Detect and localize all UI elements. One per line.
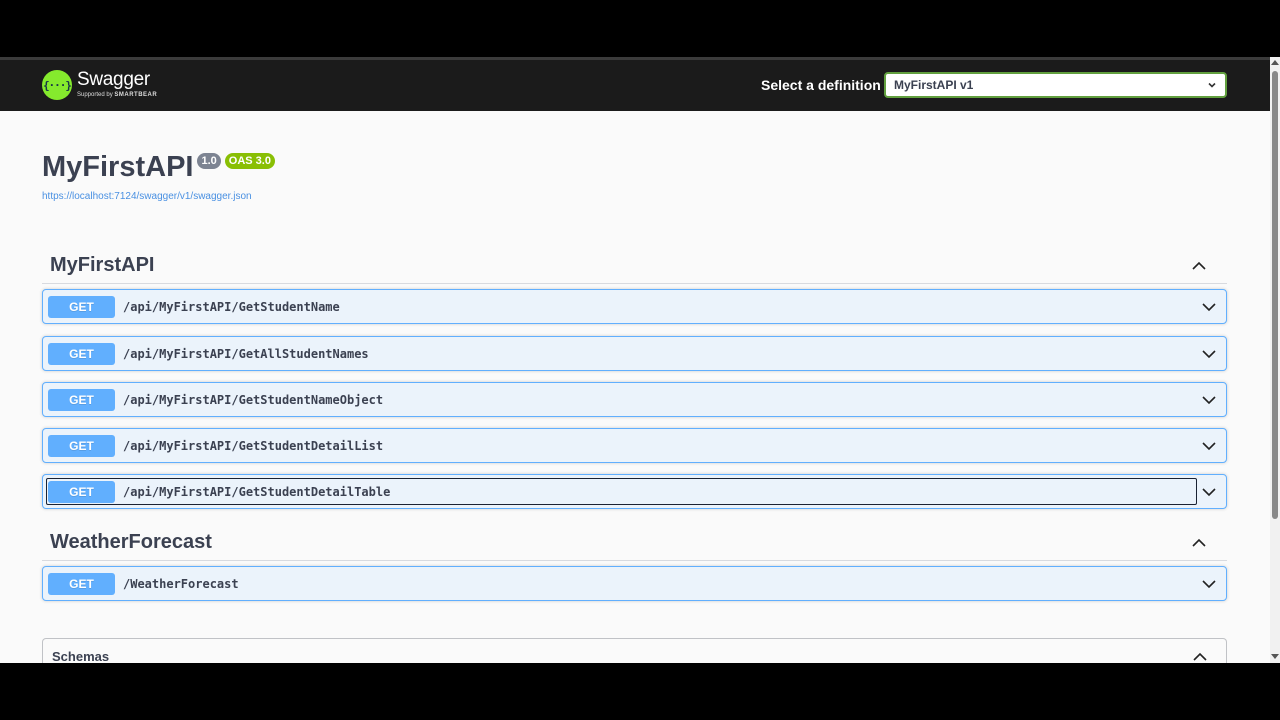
brand-sub: Supported by SMARTBEAR [77,92,158,98]
chevron-down-icon[interactable] [1202,577,1216,591]
operation-get-student-name-object[interactable]: GET /api/MyFirstAPI/GetStudentNameObject [42,382,1227,417]
oas-badge: OAS 3.0 [224,153,275,169]
schemas-title: Schemas [52,649,110,663]
version-badge: 1.0 [197,153,221,169]
chevron-up-icon[interactable] [1192,649,1208,663]
section-header-myfirstapi[interactable]: MyFirstAPI [42,248,1227,284]
method-badge: GET [48,296,115,318]
operation-get-student-name[interactable]: GET /api/MyFirstAPI/GetStudentName [42,289,1227,324]
section-title: WeatherForecast [50,531,212,553]
page-title: MyFirstAPI 1.0 OAS 3.0 [42,151,275,184]
chevron-down-icon[interactable] [1202,485,1216,499]
chevron-down-icon [1208,82,1216,88]
definition-select[interactable]: MyFirstAPI v1 [884,72,1227,98]
swagger-logo-icon: {···} [42,70,72,100]
scrollbar[interactable] [1270,57,1280,663]
operation-get-all-student-names[interactable]: GET /api/MyFirstAPI/GetAllStudentNames [42,336,1227,371]
chevron-up-icon[interactable] [1191,535,1207,551]
method-badge: GET [48,573,115,595]
method-badge: GET [48,343,115,365]
scroll-up-arrow-icon[interactable] [1271,60,1279,65]
swagger-page: {···} Swagger Supported by SMARTBEAR Sel… [0,57,1280,663]
operation-get-weatherforecast[interactable]: GET /WeatherForecast [42,566,1227,601]
operation-get-student-detail-table[interactable]: GET /api/MyFirstAPI/GetStudentDetailTabl… [42,474,1227,509]
chevron-up-icon[interactable] [1191,258,1207,274]
scroll-down-arrow-icon[interactable] [1271,654,1279,659]
section-title: MyFirstAPI [50,254,155,276]
api-title: MyFirstAPI [42,151,194,183]
operation-path: /api/MyFirstAPI/GetStudentNameObject [123,393,384,407]
chevron-down-icon[interactable] [1202,300,1216,314]
section-header-weatherforecast[interactable]: WeatherForecast [42,525,1227,561]
operation-path: /api/MyFirstAPI/GetStudentName [123,300,340,314]
operation-path: /WeatherForecast [123,577,239,591]
chevron-down-icon[interactable] [1202,439,1216,453]
chevron-down-icon[interactable] [1202,347,1216,361]
definition-label: Select a definition [761,77,881,93]
schemas-section[interactable]: Schemas [42,638,1227,663]
brand-name: Swagger [77,69,150,90]
operation-get-student-detail-list[interactable]: GET /api/MyFirstAPI/GetStudentDetailList [42,428,1227,463]
chevron-down-icon[interactable] [1202,393,1216,407]
operation-path: /api/MyFirstAPI/GetStudentDetailTable [123,485,391,499]
operation-path: /api/MyFirstAPI/GetAllStudentNames [123,347,369,361]
definition-value: MyFirstAPI v1 [894,78,974,92]
swagger-json-link[interactable]: https://localhost:7124/swagger/v1/swagge… [42,191,252,202]
scroll-thumb[interactable] [1272,71,1278,519]
swagger-logo[interactable]: {···} Swagger Supported by SMARTBEAR [42,70,157,100]
operation-path: /api/MyFirstAPI/GetStudentDetailList [123,439,384,453]
method-badge: GET [48,435,115,457]
method-badge: GET [48,481,115,503]
topbar: {···} Swagger Supported by SMARTBEAR Sel… [0,57,1270,111]
method-badge: GET [48,389,115,411]
